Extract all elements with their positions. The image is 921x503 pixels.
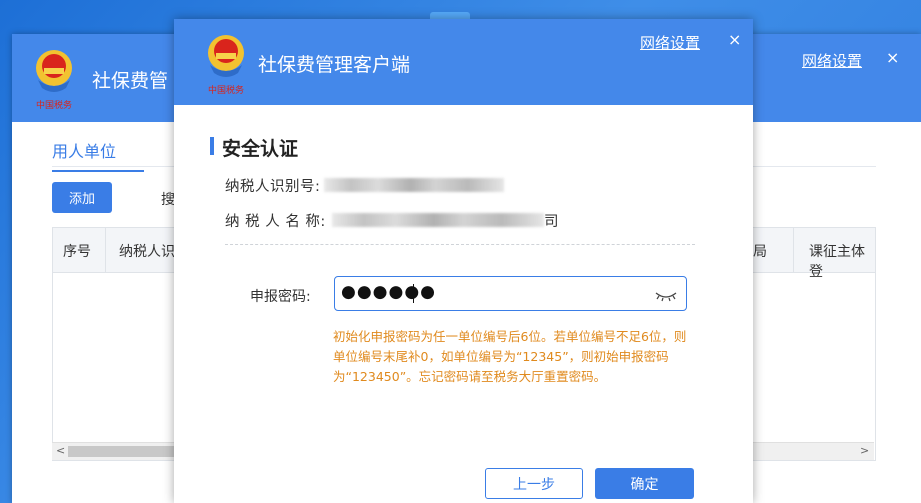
confirm-button[interactable]: 确定 xyxy=(595,468,694,499)
dialog-title: 社保费管理客户端 xyxy=(258,54,411,76)
password-value: ●●●●●● xyxy=(341,282,437,302)
tax-emblem-icon: 中国税务 xyxy=(198,31,254,105)
close-icon[interactable]: × xyxy=(728,30,741,49)
column-header-collection-subject: 课征主体登 xyxy=(809,244,865,280)
password-hint: 初始化申报密码为任一单位编号后6位。若单位编号不足6位，则单位编号末尾补0，如单… xyxy=(333,329,687,384)
security-auth-dialog: 中国税务 社保费管理客户端 网络设置 × 安全认证 纳税人识别号: 纳 税 人 … xyxy=(174,19,753,503)
eye-closed-icon[interactable] xyxy=(655,287,677,306)
taxpayer-name-tail: 司 xyxy=(544,214,559,230)
column-separator xyxy=(793,228,794,272)
main-window-title: 社保费管 xyxy=(92,70,169,92)
search-label: 搜 xyxy=(161,192,175,208)
scroll-right-icon[interactable]: > xyxy=(860,444,869,457)
tax-emblem-icon: 中国税务 xyxy=(26,44,82,118)
password-input[interactable]: ●●●●●● xyxy=(334,276,687,311)
scroll-left-icon[interactable]: < xyxy=(56,444,65,457)
section-divider xyxy=(225,244,695,245)
column-header-taxpayer-id: 纳税人识 xyxy=(119,244,175,260)
taxpayer-name-label: 纳 税 人 名 称: xyxy=(225,214,326,230)
column-header-index: 序号 xyxy=(63,244,91,260)
section-title: 安全认证 xyxy=(222,138,299,160)
network-settings-link[interactable]: 网络设置 xyxy=(640,32,700,53)
add-button[interactable]: 添加 xyxy=(52,182,112,213)
column-separator xyxy=(105,228,106,272)
logo-text: 中国税务 xyxy=(36,99,72,111)
network-settings-link[interactable]: 网络设置 xyxy=(802,50,862,71)
text-caret xyxy=(413,284,414,303)
close-icon[interactable]: × xyxy=(886,48,899,67)
column-header-bureau: 局 xyxy=(753,244,767,260)
taxpayer-name-value-redacted xyxy=(332,213,544,227)
password-label: 申报密码: xyxy=(250,289,311,305)
dialog-header: 中国税务 社保费管理客户端 网络设置 × xyxy=(174,19,753,105)
section-marker xyxy=(210,137,214,155)
taxpayer-id-label: 纳税人识别号: xyxy=(225,179,321,195)
taxpayer-id-value-redacted xyxy=(324,178,504,192)
previous-step-button[interactable]: 上一步 xyxy=(485,468,583,499)
logo-text: 中国税务 xyxy=(208,84,244,96)
